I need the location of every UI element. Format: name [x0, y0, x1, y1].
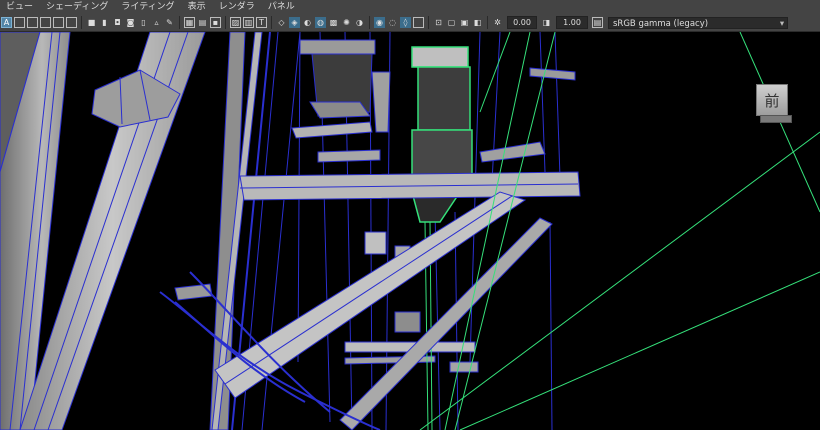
xray-joints-icon[interactable]: ▢	[446, 17, 457, 28]
xray-active-components-icon[interactable]: ▣	[459, 17, 470, 28]
gamma-icon[interactable]: ◨	[541, 17, 552, 28]
panel-toolbar: A ■ ▮ ◘ ◙ ▯ ▵ ✎ ▦ ▤ ▪ ▨ ▥ T ◇ ◈ ◐ ◍ ▩ ✺ …	[0, 14, 820, 32]
menu-show[interactable]: 表示	[182, 0, 213, 14]
film-strip-icon[interactable]: ▤	[197, 17, 208, 28]
heads-up-display-icon[interactable]: ▪	[210, 17, 221, 28]
color-space-label: sRGB gamma (legacy)	[613, 18, 709, 29]
shaded-cube-icon[interactable]: ◈	[289, 17, 300, 28]
toolbar-separator	[487, 16, 488, 29]
screen-space-ao-icon[interactable]: ◉	[374, 17, 385, 28]
panel-menu-bar: ビュー シェーディング ライティング 表示 レンダラ パネル	[0, 0, 820, 14]
view-cube-bottom-face[interactable]	[760, 115, 792, 123]
use-default-lighting-icon[interactable]: ✺	[341, 17, 352, 28]
safe-title-icon[interactable]: ✎	[164, 17, 175, 28]
toolbar-separator	[225, 16, 226, 29]
color-space-dropdown[interactable]: sRGB gamma (legacy) ▾	[608, 16, 788, 29]
resolution-gate-icon[interactable]: ◘	[112, 17, 123, 28]
textured-icon[interactable]: ▩	[328, 17, 339, 28]
film-gate-icon[interactable]: ▮	[99, 17, 110, 28]
depth-of-field-icon[interactable]	[413, 17, 424, 28]
scene-wireframe	[0, 32, 820, 430]
toolbar-separator	[271, 16, 272, 29]
chevron-down-icon: ▾	[779, 18, 785, 29]
toolbar-separator	[428, 16, 429, 29]
motion-blur-icon[interactable]: ◌	[387, 17, 398, 28]
grid-icon[interactable]: ▦	[184, 17, 195, 28]
gamma-field[interactable]: 1.00	[556, 16, 588, 29]
toolbar-separator	[369, 16, 370, 29]
menu-panels[interactable]: パネル	[262, 0, 302, 14]
select-camera-icon[interactable]: A	[1, 17, 12, 28]
maya-viewport-panel: ビュー シェーディング ライティング 表示 レンダラ パネル A ■ ▮ ◘ ◙…	[0, 0, 820, 430]
wireframe-cube-icon[interactable]: ◇	[276, 17, 287, 28]
two-d-pan-zoom-icon[interactable]	[53, 17, 64, 28]
view-transform-icon[interactable]: ▤	[592, 17, 603, 28]
isolate-select-icon[interactable]: ⊡	[433, 17, 444, 28]
wireframe-icon[interactable]: ▨	[230, 17, 241, 28]
grease-pencil-icon[interactable]	[66, 17, 77, 28]
smooth-shade-icon[interactable]: ▥	[243, 17, 254, 28]
view-cube-front-face[interactable]: 前	[756, 84, 788, 116]
gate-mask-icon[interactable]: ◙	[125, 17, 136, 28]
view-cube[interactable]: 前	[756, 84, 792, 123]
3d-viewport[interactable]: 前	[0, 32, 820, 430]
field-chart-icon[interactable]: ▯	[138, 17, 149, 28]
menu-shading[interactable]: シェーディング	[40, 0, 115, 14]
safe-action-icon[interactable]: ▵	[151, 17, 162, 28]
bookmarks-icon[interactable]	[27, 17, 38, 28]
exposure-field[interactable]: 0.00	[507, 16, 537, 29]
toolbar-separator	[179, 16, 180, 29]
xray-icon[interactable]: ◍	[315, 17, 326, 28]
horizontal-beam-mesh	[239, 171, 581, 201]
anti-aliasing-icon[interactable]: ◊	[400, 17, 411, 28]
menu-renderer[interactable]: レンダラ	[213, 0, 262, 14]
menu-view[interactable]: ビュー	[0, 0, 40, 14]
shadows-icon[interactable]: ◑	[354, 17, 365, 28]
backface-culling-icon[interactable]: ◧	[472, 17, 483, 28]
texture-icon[interactable]: T	[256, 17, 267, 28]
image-plane-icon[interactable]	[40, 17, 51, 28]
camera-icon[interactable]: ■	[86, 17, 97, 28]
wireframe-on-shaded-icon[interactable]: ◐	[302, 17, 313, 28]
exposure-icon[interactable]: ✲	[492, 17, 503, 28]
toolbar-separator	[81, 16, 82, 29]
menu-lighting[interactable]: ライティング	[115, 0, 181, 14]
camera-attributes-icon[interactable]	[14, 17, 25, 28]
